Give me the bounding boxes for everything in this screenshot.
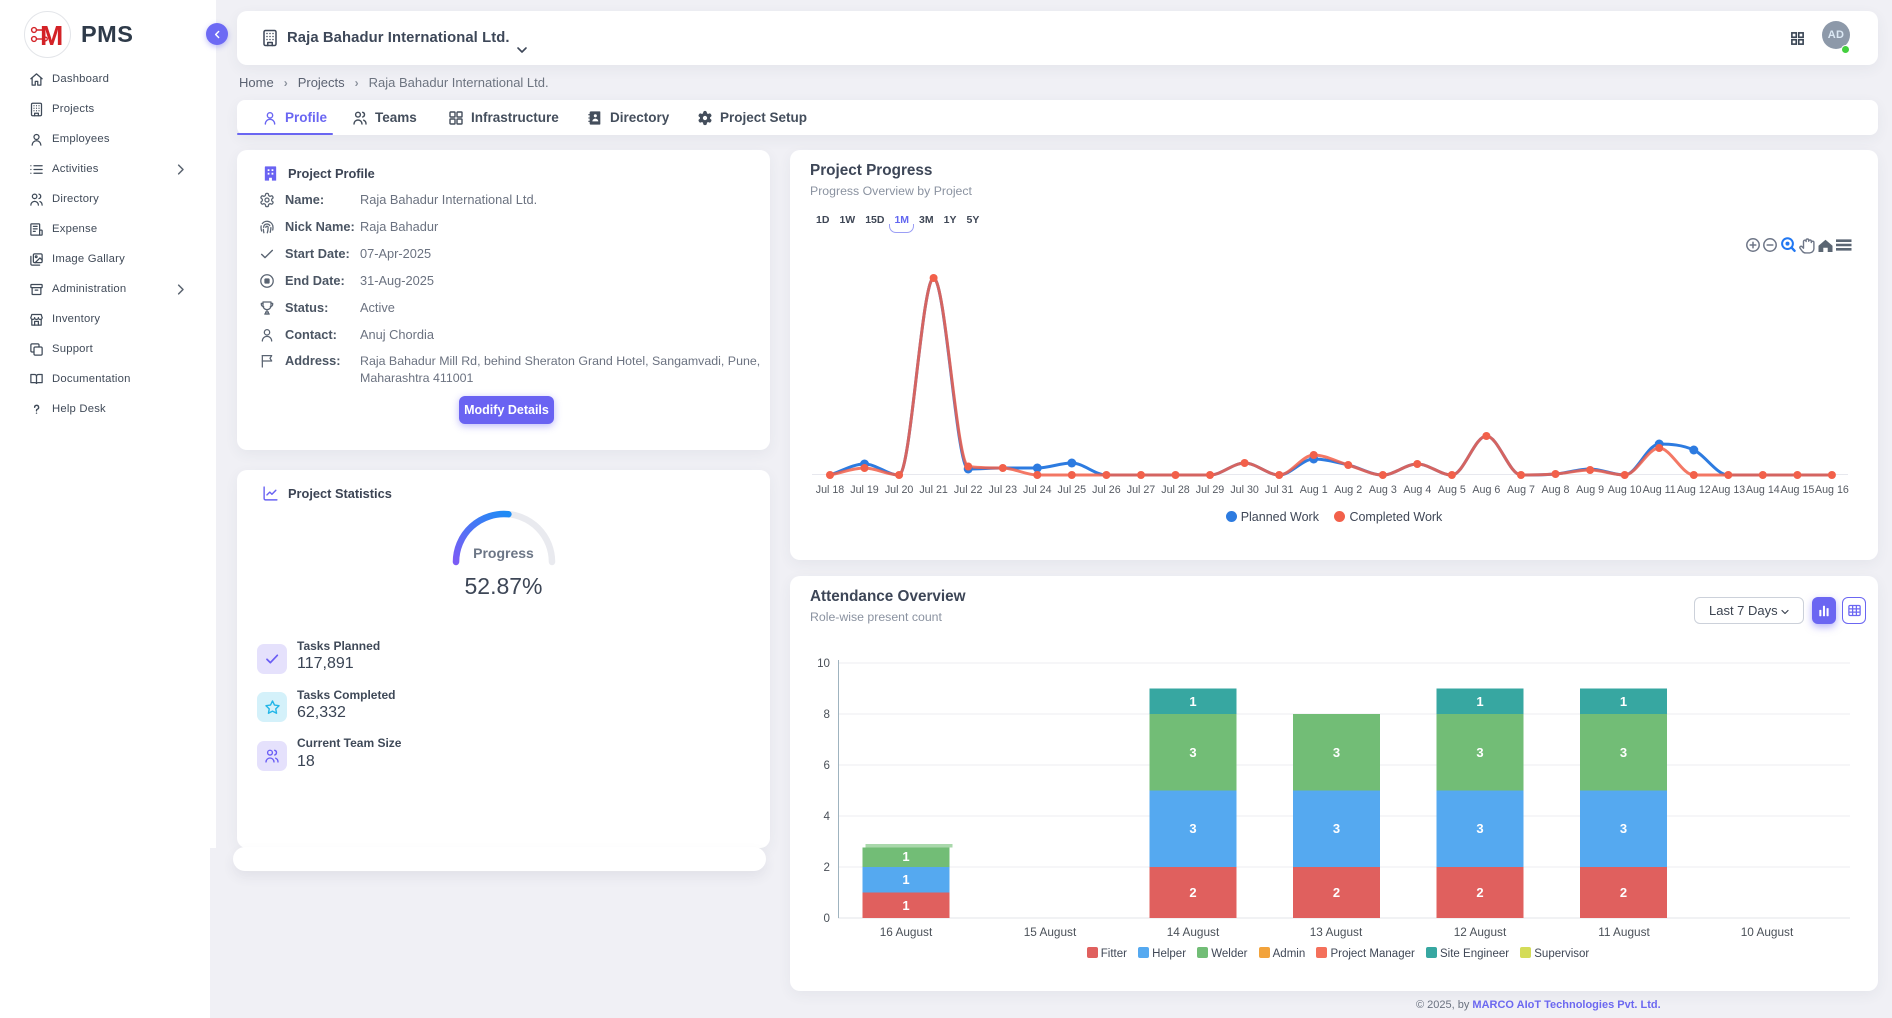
svg-text:Aug 2: Aug 2 (1334, 484, 1362, 496)
svg-text:Aug 6: Aug 6 (1472, 484, 1500, 496)
svg-text:1: 1 (902, 872, 909, 887)
svg-text:4: 4 (824, 810, 831, 823)
svg-text:Jul 31: Jul 31 (1265, 484, 1294, 496)
svg-text:Aug 14: Aug 14 (1746, 484, 1780, 496)
svg-text:Aug 3: Aug 3 (1369, 484, 1397, 496)
svg-text:1: 1 (902, 849, 909, 864)
svg-text:3: 3 (1620, 821, 1627, 836)
svg-text:Aug 15: Aug 15 (1780, 484, 1814, 496)
svg-text:Jul 18: Jul 18 (816, 484, 845, 496)
svg-text:Jul 28: Jul 28 (1161, 484, 1190, 496)
svg-text:12 August: 12 August (1454, 925, 1507, 939)
svg-text:Aug 9: Aug 9 (1576, 484, 1604, 496)
svg-text:2: 2 (1620, 885, 1627, 900)
svg-text:Aug 13: Aug 13 (1711, 484, 1745, 496)
svg-text:Aug 7: Aug 7 (1507, 484, 1535, 496)
svg-text:3: 3 (1333, 745, 1340, 760)
svg-text:6: 6 (824, 759, 830, 772)
svg-text:1: 1 (1476, 694, 1483, 709)
svg-text:1: 1 (1189, 694, 1196, 709)
svg-text:Jul 24: Jul 24 (1023, 484, 1052, 496)
svg-text:0: 0 (824, 912, 830, 925)
svg-text:13 August: 13 August (1310, 925, 1363, 939)
svg-text:Jul 20: Jul 20 (885, 484, 914, 496)
svg-text:Jul 26: Jul 26 (1092, 484, 1121, 496)
svg-text:M: M (40, 20, 63, 51)
svg-text:2: 2 (1333, 885, 1340, 900)
svg-text:Aug 4: Aug 4 (1403, 484, 1431, 496)
svg-text:Aug 12: Aug 12 (1677, 484, 1711, 496)
svg-text:1: 1 (902, 898, 909, 913)
svg-text:15 August: 15 August (1024, 925, 1077, 939)
svg-text:Aug 10: Aug 10 (1608, 484, 1642, 496)
svg-text:Jul 27: Jul 27 (1127, 484, 1156, 496)
svg-text:14 August: 14 August (1167, 925, 1220, 939)
svg-text:10: 10 (817, 657, 830, 670)
svg-text:Jul 25: Jul 25 (1058, 484, 1087, 496)
svg-text:Aug 5: Aug 5 (1438, 484, 1466, 496)
svg-text:2: 2 (1189, 885, 1196, 900)
svg-text:Jul 29: Jul 29 (1196, 484, 1225, 496)
svg-text:8: 8 (824, 708, 830, 721)
svg-text:16 August: 16 August (880, 925, 933, 939)
svg-text:Jul 23: Jul 23 (989, 484, 1018, 496)
svg-text:2: 2 (824, 861, 830, 874)
svg-text:Jul 22: Jul 22 (954, 484, 983, 496)
svg-text:Jul 21: Jul 21 (919, 484, 948, 496)
svg-text:3: 3 (1620, 745, 1627, 760)
svg-text:10 August: 10 August (1741, 925, 1794, 939)
svg-text:3: 3 (1189, 745, 1196, 760)
svg-text:Jul 19: Jul 19 (850, 484, 879, 496)
svg-text:11 August: 11 August (1598, 925, 1650, 939)
svg-text:3: 3 (1189, 821, 1196, 836)
svg-text:3: 3 (1476, 821, 1483, 836)
svg-text:Jul 30: Jul 30 (1230, 484, 1259, 496)
svg-text:Aug 16: Aug 16 (1815, 484, 1849, 496)
svg-text:3: 3 (1333, 821, 1340, 836)
svg-text:1: 1 (1620, 694, 1627, 709)
svg-text:Aug 1: Aug 1 (1300, 484, 1328, 496)
svg-text:Aug 11: Aug 11 (1643, 484, 1676, 496)
svg-text:Aug 8: Aug 8 (1542, 484, 1570, 496)
svg-text:2: 2 (1476, 885, 1483, 900)
svg-text:3: 3 (1476, 745, 1483, 760)
